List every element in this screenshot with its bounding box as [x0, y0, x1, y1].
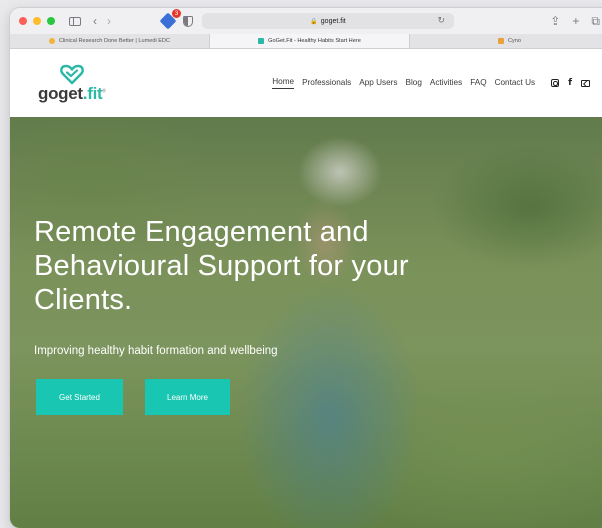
email-icon[interactable]: [581, 79, 590, 87]
nav-app-users[interactable]: App Users: [359, 78, 397, 89]
hero-headline: Remote Engagement and Behavioural Suppor…: [34, 216, 409, 316]
hero-subheadline: Improving healthy habit formation and we…: [34, 345, 278, 357]
goget-favicon-icon: [258, 38, 265, 44]
heart-logo-icon: [59, 64, 84, 84]
browser-window: ‹ › 3 🔒 goget.fit ↻ ⇪ + ⧉ Clinical Resea…: [10, 8, 602, 528]
nav-home[interactable]: Home: [272, 77, 295, 89]
reload-icon[interactable]: ↻: [437, 15, 445, 26]
address-text: goget.fit: [320, 17, 346, 25]
sidebar-toggle-icon[interactable]: [69, 16, 81, 26]
facebook-icon[interactable]: f: [568, 78, 572, 88]
close-window-button[interactable]: [19, 17, 27, 25]
nav-contact-us[interactable]: Contact Us: [495, 78, 536, 89]
tab-lumedi[interactable]: Clinical Research Done Better | Lumedi E…: [10, 34, 210, 48]
main-nav: Home Professionals App Users Blog Activi…: [272, 77, 590, 89]
toolbar-right: ⇪ + ⧉: [550, 15, 600, 27]
extension-badge: 3: [172, 9, 181, 18]
tab-cyno[interactable]: Cyno: [410, 34, 602, 48]
back-icon[interactable]: ‹: [93, 15, 97, 27]
lightbulb-favicon-icon: [48, 38, 55, 44]
minimize-window-button[interactable]: [33, 17, 41, 25]
logo-get: get: [58, 83, 83, 103]
tab-goget[interactable]: GoGet.Fit - Healthy Habits Start Here: [210, 34, 410, 48]
forward-icon[interactable]: ›: [107, 15, 111, 27]
logo-registered-mark: ®: [102, 87, 106, 94]
tab-bar: Clinical Research Done Better | Lumedi E…: [10, 34, 602, 49]
social-links: f: [551, 78, 590, 88]
nav-blog[interactable]: Blog: [405, 78, 421, 89]
tab-overview-icon[interactable]: ⧉: [591, 15, 600, 27]
logo-fit: .fit: [82, 83, 103, 103]
extension-button[interactable]: 3: [159, 9, 181, 30]
browser-toolbar: ‹ › 3 🔒 goget.fit ↻ ⇪ + ⧉: [10, 8, 602, 34]
get-started-button[interactable]: Get Started: [36, 379, 123, 415]
logo-wordmark: goget.fit®: [38, 84, 106, 104]
logo-go: go: [38, 83, 59, 103]
window-controls: [19, 17, 55, 25]
site-header: goget.fit® Home Professionals App Users …: [10, 49, 602, 117]
hero-section: Remote Engagement and Behavioural Suppor…: [10, 117, 602, 528]
share-icon[interactable]: ⇪: [550, 15, 560, 27]
address-bar[interactable]: 🔒 goget.fit ↻: [202, 13, 454, 29]
tab-label: GoGet.Fit - Healthy Habits Start Here: [268, 38, 361, 44]
nav-faq[interactable]: FAQ: [470, 78, 486, 89]
instagram-icon[interactable]: [551, 79, 560, 87]
tab-label: Clinical Research Done Better | Lumedi E…: [58, 38, 171, 44]
lock-icon: 🔒: [310, 18, 318, 25]
site-logo[interactable]: goget.fit®: [38, 63, 106, 104]
privacy-shield-icon[interactable]: [183, 15, 193, 27]
learn-more-button[interactable]: Learn More: [145, 379, 230, 415]
cyno-favicon-icon: [497, 38, 504, 44]
zoom-window-button[interactable]: [47, 17, 55, 25]
tab-label: Cyno: [507, 38, 522, 44]
new-tab-icon[interactable]: +: [572, 15, 579, 27]
nav-professionals[interactable]: Professionals: [302, 78, 351, 89]
nav-activities[interactable]: Activities: [430, 78, 462, 89]
